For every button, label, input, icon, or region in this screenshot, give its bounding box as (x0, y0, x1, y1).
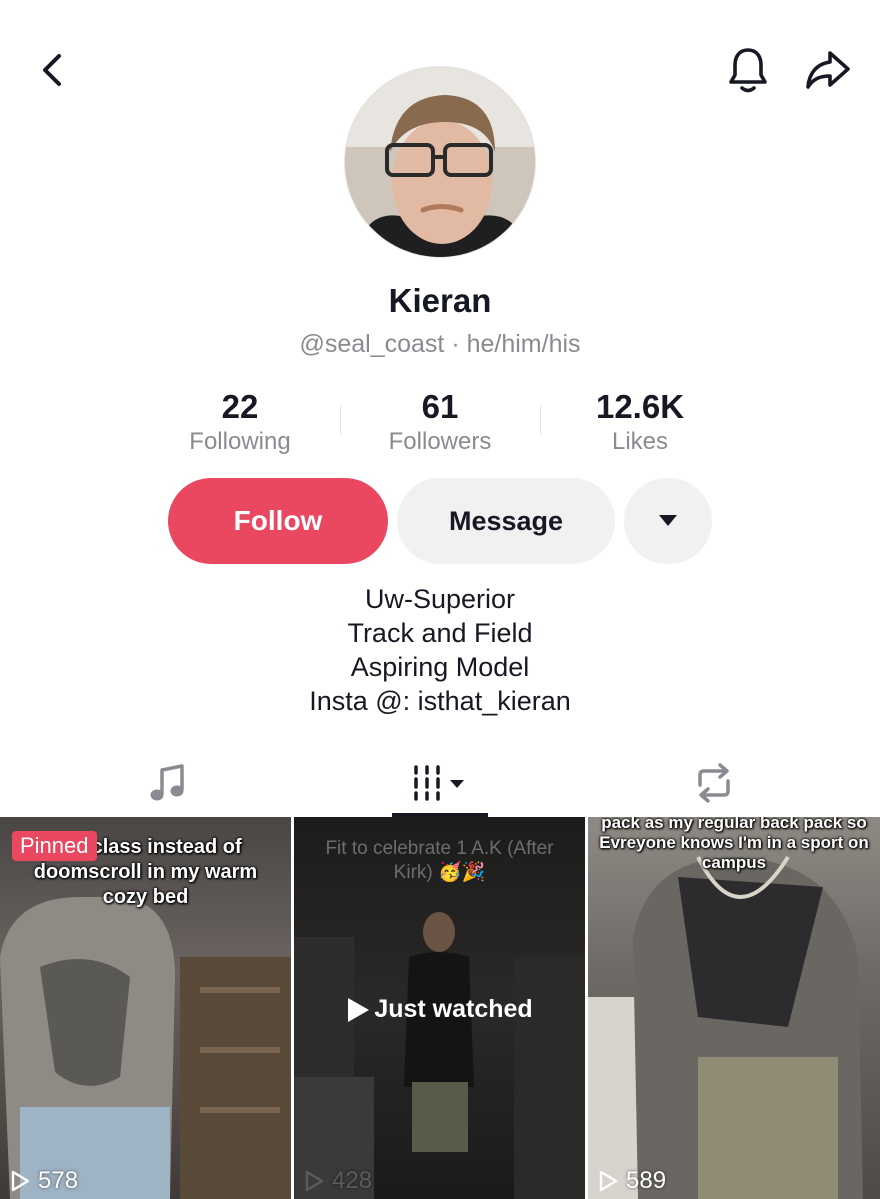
share-arrow-icon (806, 51, 850, 89)
bio-line: Insta @: isthat_kieran (309, 686, 571, 716)
play-outline-icon (599, 1170, 618, 1192)
followers-label: Followers (388, 428, 492, 455)
video-caption: Fit to celebrate 1 A.K (After Kirk) 🥳🎉 (325, 838, 554, 883)
tab-videos[interactable] (392, 750, 488, 816)
notification-bell-button[interactable] (720, 42, 776, 98)
share-button[interactable] (800, 42, 856, 98)
profile-subline: @seal_coast · he/him/his (0, 330, 880, 359)
chevron-left-icon (43, 54, 61, 86)
video-thumbnail[interactable]: o to class instead of doomscroll in my w… (0, 817, 291, 1199)
following-label: Following (189, 428, 291, 455)
message-button[interactable]: Message (397, 478, 615, 564)
play-outline-icon (11, 1170, 30, 1192)
pinned-badge: Pinned (12, 831, 97, 861)
just-watched-overlay: Just watched (294, 995, 585, 1024)
view-count: 428 (304, 1167, 372, 1195)
tab-music[interactable] (120, 750, 215, 816)
bio: Uw-Superior Track and Field Aspiring Mod… (0, 582, 880, 718)
likes-count: 12.6K (595, 388, 685, 425)
stat-following[interactable]: 22 Following (140, 388, 340, 456)
repost-icon (697, 763, 730, 803)
profile-handle: @seal_coast (299, 330, 445, 358)
just-watched-label: Just watched (374, 995, 533, 1023)
video-grid-icon (414, 765, 464, 801)
stat-likes[interactable]: 12.6K Likes (540, 388, 740, 456)
profile-pronouns: he/him/his (466, 330, 581, 358)
follow-button[interactable]: Follow (168, 478, 388, 564)
video-frame-image (588, 855, 863, 1199)
bell-icon (729, 48, 767, 93)
separator-dot: · (451, 330, 460, 358)
avatar[interactable] (345, 67, 535, 257)
view-count-value: 578 (38, 1167, 79, 1194)
following-count: 22 (221, 388, 259, 425)
view-count-value: 589 (626, 1167, 667, 1194)
followers-count: 61 (421, 388, 459, 425)
video-caption: pack as my regular back pack so Evreyone… (599, 817, 869, 872)
view-count: 589 (598, 1167, 666, 1195)
tab-reposts[interactable] (666, 750, 761, 816)
video-thumbnail[interactable]: pack as my regular back pack so Evreyone… (588, 817, 880, 1199)
music-note-icon (150, 764, 184, 801)
stat-followers[interactable]: 61 Followers (340, 388, 540, 456)
play-outline-icon (305, 1170, 324, 1192)
more-options-button[interactable] (624, 478, 712, 564)
bio-line: Track and Field (347, 618, 533, 648)
bio-line: Uw-Superior (364, 584, 516, 614)
play-icon (348, 997, 370, 1022)
bio-line: Aspiring Model (350, 652, 530, 682)
profile-photo (345, 67, 535, 257)
profile-name: Kieran (388, 282, 492, 319)
back-button[interactable] (24, 42, 80, 98)
view-count: 578 (10, 1167, 78, 1195)
likes-label: Likes (611, 428, 669, 455)
view-count-value: 428 (332, 1167, 373, 1194)
caret-down-icon (659, 515, 677, 526)
video-thumbnail[interactable]: Fit to celebrate 1 A.K (After Kirk) 🥳🎉 J… (294, 817, 585, 1199)
